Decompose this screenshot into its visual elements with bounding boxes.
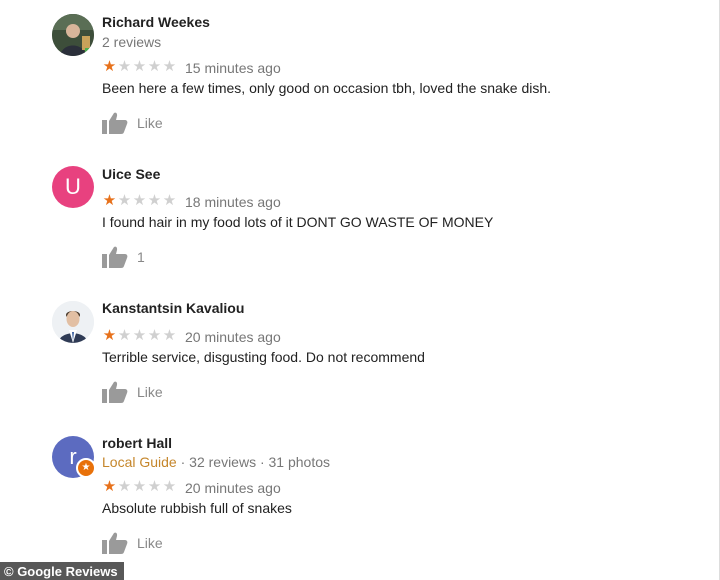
reviewer-name[interactable]: Uice See	[102, 166, 160, 182]
review-time: 15 minutes ago	[185, 60, 281, 76]
reviewer-name[interactable]: Kanstantsin Kavaliou	[102, 300, 244, 316]
thumbs-up-icon	[102, 381, 128, 403]
star-empty-icon: ★	[147, 478, 162, 495]
like-label: Like	[137, 384, 163, 400]
star-rating: ★ ★ ★ ★ ★	[102, 193, 177, 209]
like-button[interactable]: 1	[102, 246, 145, 268]
like-label: Like	[137, 115, 163, 131]
thumbs-up-icon	[102, 246, 128, 268]
review-text: Been here a few times, only good on occa…	[102, 80, 552, 96]
star-empty-icon: ★	[162, 327, 177, 344]
avatar[interactable]	[52, 14, 94, 56]
reviewer-name[interactable]: robert Hall	[102, 435, 172, 451]
star-empty-icon: ★	[117, 327, 132, 344]
reviewer-meta: 2 reviews	[102, 34, 162, 50]
avatar[interactable]: U	[52, 166, 94, 208]
thumbs-up-icon	[102, 112, 128, 134]
star-filled-icon: ★	[102, 58, 117, 75]
photo-avatar-icon	[52, 301, 94, 343]
star-empty-icon: ★	[132, 192, 147, 209]
star-empty-icon: ★	[162, 192, 177, 209]
star-empty-icon: ★	[147, 192, 162, 209]
star-filled-icon: ★	[102, 327, 117, 344]
review-time: 20 minutes ago	[185, 480, 281, 496]
review-photo-counts: · 32 reviews · 31 photos	[176, 454, 331, 470]
like-button[interactable]: Like	[102, 112, 163, 134]
review-time: 18 minutes ago	[185, 194, 281, 210]
star-badge-icon: ★	[76, 458, 96, 478]
star-empty-icon: ★	[117, 58, 132, 75]
star-rating: ★ ★ ★ ★ ★	[102, 59, 177, 75]
star-empty-icon: ★	[132, 58, 147, 75]
star-empty-icon: ★	[117, 478, 132, 495]
photo-avatar-icon	[52, 14, 94, 56]
like-button[interactable]: Like	[102, 532, 163, 554]
star-empty-icon: ★	[147, 327, 162, 344]
review-text: Absolute rubbish full of snakes	[102, 500, 292, 516]
like-count: 1	[137, 249, 145, 265]
star-filled-icon: ★	[102, 192, 117, 209]
local-guide-label[interactable]: Local Guide	[102, 454, 177, 470]
star-empty-icon: ★	[132, 327, 147, 344]
avatar[interactable]	[52, 301, 94, 343]
star-empty-icon: ★	[147, 58, 162, 75]
watermark: © Google Reviews	[0, 562, 124, 580]
like-button[interactable]: Like	[102, 381, 163, 403]
star-empty-icon: ★	[162, 478, 177, 495]
star-rating: ★ ★ ★ ★ ★	[102, 479, 177, 495]
star-empty-icon: ★	[117, 192, 132, 209]
avatar-letter: U	[65, 174, 81, 199]
like-label: Like	[137, 535, 163, 551]
star-filled-icon: ★	[102, 478, 117, 495]
thumbs-up-icon	[102, 532, 128, 554]
review-text: I found hair in my food lots of it DONT …	[102, 214, 494, 230]
review-text: Terrible service, disgusting food. Do no…	[102, 349, 425, 365]
reviewer-name[interactable]: Richard Weekes	[102, 14, 210, 30]
reviewer-meta: Local Guide · 32 reviews · 31 photos	[102, 454, 330, 470]
star-rating: ★ ★ ★ ★ ★	[102, 328, 177, 344]
star-empty-icon: ★	[132, 478, 147, 495]
star-empty-icon: ★	[162, 58, 177, 75]
review-time: 20 minutes ago	[185, 329, 281, 345]
